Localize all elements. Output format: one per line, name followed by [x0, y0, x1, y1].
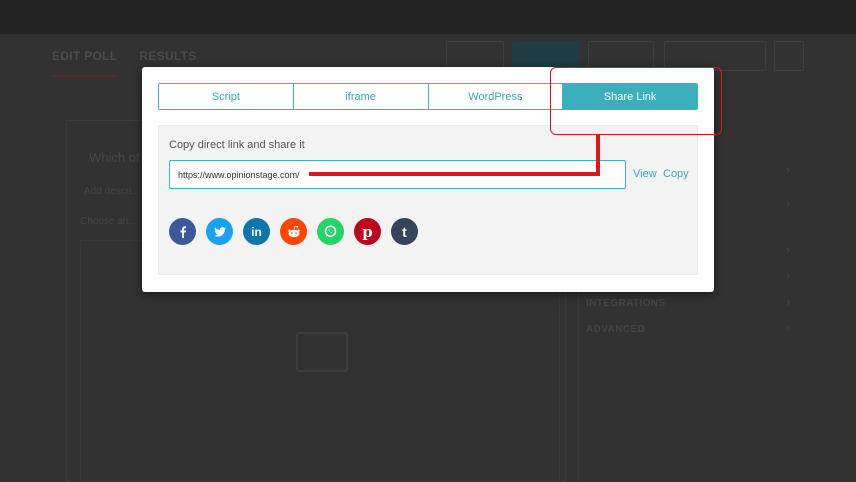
- tab-wordpress[interactable]: WordPress: [428, 84, 564, 109]
- tab-script[interactable]: Script: [159, 84, 294, 109]
- image-placeholder-icon: [296, 332, 348, 372]
- facebook-icon[interactable]: [169, 218, 196, 245]
- choose-text: Choose an...: [80, 216, 137, 227]
- chevron-right-icon: ›: [786, 294, 791, 309]
- linkedin-icon[interactable]: in: [243, 218, 270, 245]
- background-button: [774, 41, 804, 71]
- whatsapp-icon[interactable]: [317, 218, 344, 245]
- share-link-panel: Copy direct link and share it https://ww…: [158, 125, 698, 275]
- question-text: Which of: [89, 150, 140, 165]
- share-link-url: https://www.opinionstage.com/: [178, 169, 300, 180]
- social-share-buttons: in p t: [169, 218, 418, 245]
- chevron-right-icon: ›: [786, 320, 791, 335]
- description-text: Add descri...: [84, 186, 140, 197]
- reddit-icon[interactable]: [280, 218, 307, 245]
- annotation-highlight-box: [550, 67, 722, 135]
- tab-iframe[interactable]: iframe: [293, 84, 429, 109]
- chevron-right-icon: ›: [786, 242, 791, 257]
- chevron-right-icon: ›: [786, 268, 791, 283]
- chevron-right-icon: ›: [786, 162, 791, 177]
- annotation-arrow: [309, 172, 600, 176]
- view-link[interactable]: View: [633, 168, 657, 180]
- pinterest-icon[interactable]: p: [354, 218, 381, 245]
- chevron-right-icon: ›: [786, 196, 791, 211]
- annotation-arrow: [596, 135, 600, 176]
- copy-link[interactable]: Copy: [663, 168, 689, 180]
- tumblr-icon[interactable]: t: [391, 218, 418, 245]
- twitter-icon[interactable]: [206, 218, 233, 245]
- tab-edit-poll: EDIT POLL: [52, 49, 118, 77]
- share-link-label: Copy direct link and share it: [169, 139, 305, 151]
- sidebar-item-integrations: INTEGRATIONS: [586, 298, 666, 309]
- app-top-bar: [0, 0, 856, 34]
- sidebar-item-advanced: ADVANCED: [586, 324, 646, 335]
